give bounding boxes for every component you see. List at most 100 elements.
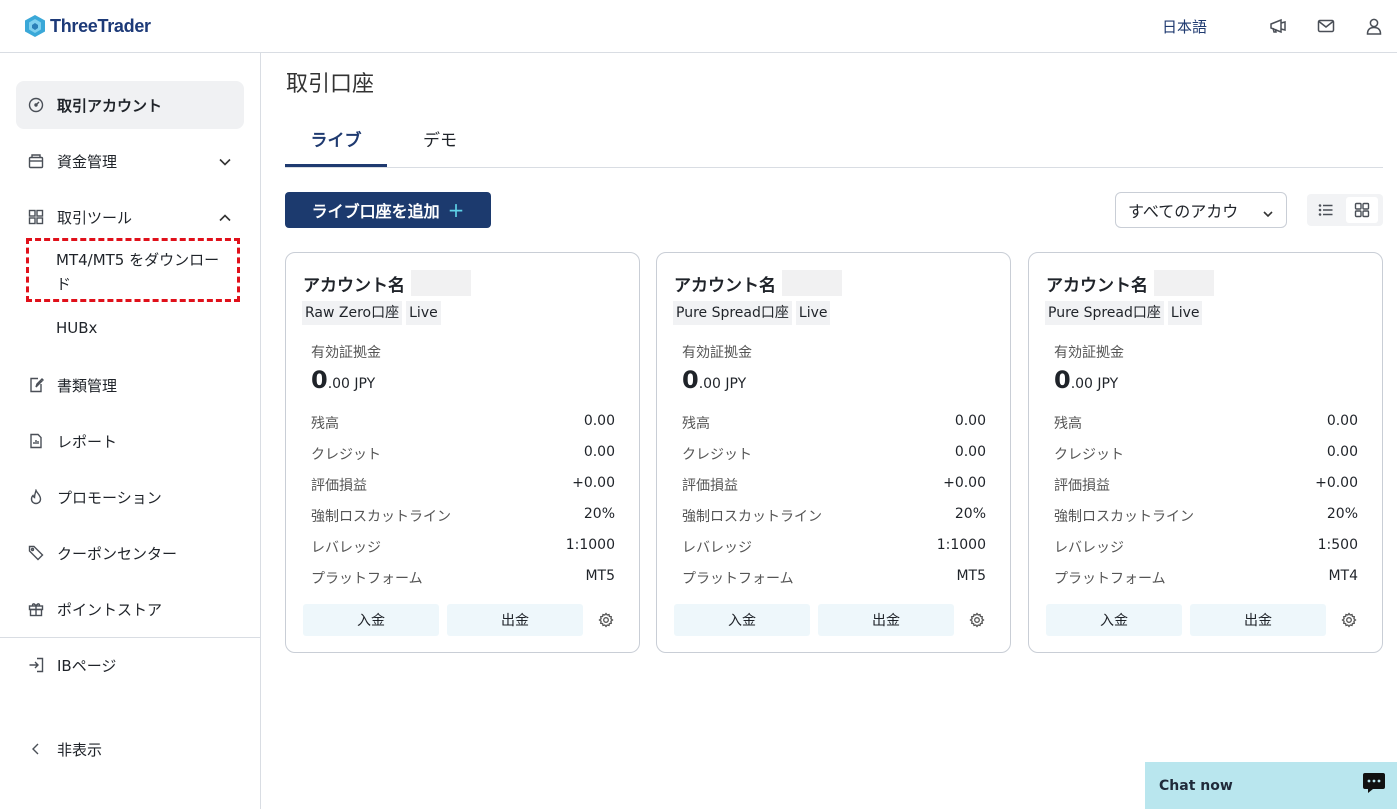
sidebar-item-label: ポイントストア: [57, 600, 163, 619]
account-filter-select[interactable]: すべてのアカウ: [1115, 192, 1287, 228]
grid-view-icon[interactable]: [1346, 197, 1378, 223]
sidebar-item-point-store[interactable]: ポイントストア: [16, 585, 244, 633]
equity-value: 0.00 JPY: [1054, 366, 1119, 394]
document-edit-icon: [28, 377, 44, 393]
account-name-label: アカウント名: [1046, 276, 1148, 296]
tab-live[interactable]: ライブ: [285, 126, 387, 151]
chat-now-widget[interactable]: Chat now: [1145, 762, 1397, 809]
active-tab-indicator: [285, 164, 387, 167]
sidebar-subitem-mt-download[interactable]: MT4/MT5 をダウンロード: [56, 248, 226, 296]
list-view-icon[interactable]: [1310, 197, 1342, 223]
logo-icon: [25, 15, 45, 37]
account-tabs: ライブ デモ: [285, 112, 1383, 168]
redacted-account-name: [782, 270, 842, 296]
account-filter-value: すべてのアカウ: [1128, 202, 1239, 221]
account-type-badge: Raw Zero口座: [302, 301, 403, 325]
equity-value: 0.00 JPY: [682, 366, 747, 394]
sidebar-item-label: プロモーション: [57, 488, 162, 507]
sidebar-item-trading-tools[interactable]: 取引ツール: [16, 193, 244, 241]
sidebar-item-label: クーポンセンター: [57, 544, 178, 563]
brand-logo[interactable]: ThreeTrader: [24, 14, 151, 38]
floating-pl-row: 評価損益 +0.00: [311, 475, 615, 494]
wallet-icon: [28, 153, 44, 169]
redacted-account-name: [411, 270, 471, 296]
withdraw-button[interactable]: 出金: [818, 604, 954, 636]
gauge-icon: [28, 97, 44, 113]
sidebar-item-reports[interactable]: レポート: [16, 417, 244, 465]
megaphone-icon[interactable]: [1269, 17, 1287, 35]
add-live-account-button[interactable]: ライブ口座を追加 +: [285, 192, 491, 228]
account-name-label: アカウント名: [303, 276, 405, 296]
ticket-icon: [28, 545, 44, 561]
account-type-badge: Pure Spread口座: [1045, 301, 1164, 325]
sidebar-item-funds[interactable]: 資金管理: [16, 137, 244, 185]
report-icon: [28, 433, 44, 449]
chevron-down-icon[interactable]: [218, 154, 232, 168]
chevron-up-icon[interactable]: [218, 210, 232, 224]
chevron-left-icon: [28, 741, 44, 757]
leverage-row: レバレッジ 1:500: [1054, 537, 1358, 556]
credit-row: クレジット 0.00: [682, 444, 986, 463]
user-icon[interactable]: [1365, 17, 1383, 35]
sidebar-item-ib-page[interactable]: IBページ: [16, 641, 244, 689]
sidebar-collapse-button[interactable]: 非表示: [16, 725, 244, 773]
language-selector[interactable]: 日本語: [1162, 16, 1207, 37]
floating-pl-row: 評価損益 +0.00: [1054, 475, 1358, 494]
stop-out-row: 強制ロスカットライン 20%: [311, 506, 615, 525]
deposit-button[interactable]: 入金: [303, 604, 439, 636]
top-bar: ThreeTrader 日本語: [0, 0, 1397, 53]
flame-icon: [28, 489, 44, 505]
sidebar-item-trading-accounts[interactable]: 取引アカウント: [16, 81, 244, 129]
balance-row: 残高 0.00: [311, 413, 615, 432]
redacted-account-name: [1154, 270, 1214, 296]
add-live-account-label: ライブ口座を追加: [311, 202, 440, 221]
sidebar-item-label: 書類管理: [57, 376, 118, 395]
account-status-badge: Live: [795, 301, 831, 325]
sidebar-item-promotions[interactable]: プロモーション: [16, 473, 244, 521]
sidebar-item-label: 非表示: [57, 740, 103, 759]
chat-bubble-icon: [1363, 773, 1385, 793]
equity-label: 有効証拠金: [1054, 345, 1124, 361]
platform-row: プラットフォーム MT5: [311, 568, 615, 587]
deposit-button[interactable]: 入金: [674, 604, 810, 636]
sidebar-item-label: 取引アカウント: [57, 96, 163, 115]
sidebar-item-documents[interactable]: 書類管理: [16, 361, 244, 409]
credit-row: クレジット 0.00: [1054, 444, 1358, 463]
tab-demo[interactable]: デモ: [423, 126, 457, 151]
account-card: アカウント名 Pure Spread口座 Live 有効証拠金 0.00 JPY…: [656, 252, 1011, 653]
sidebar-divider: [0, 637, 260, 638]
grid-icon: [28, 209, 44, 225]
balance-row: 残高 0.00: [1054, 413, 1358, 432]
account-card: アカウント名 Raw Zero口座 Live 有効証拠金 0.00 JPY 残高…: [285, 252, 640, 653]
account-type-badge: Pure Spread口座: [673, 301, 792, 325]
sidebar-item-label: 取引ツール: [57, 208, 133, 227]
leverage-row: レバレッジ 1:1000: [311, 537, 615, 556]
account-card: アカウント名 Pure Spread口座 Live 有効証拠金 0.00 JPY…: [1028, 252, 1383, 653]
stop-out-row: 強制ロスカットライン 20%: [682, 506, 986, 525]
view-toggle: [1307, 194, 1383, 226]
gear-icon[interactable]: [969, 612, 985, 628]
sidebar-subitem-hubx[interactable]: HUBx: [56, 316, 97, 340]
sidebar-item-label: IBページ: [57, 656, 117, 675]
equity-label: 有効証拠金: [682, 345, 752, 361]
withdraw-button[interactable]: 出金: [447, 604, 583, 636]
gift-icon: [28, 601, 44, 617]
account-name-label: アカウント名: [674, 276, 776, 296]
platform-row: プラットフォーム MT5: [682, 568, 986, 587]
sidebar: 取引アカウント 資金管理 取引ツール MT4/MT5 をダウンロード HUBx …: [0, 53, 261, 809]
sidebar-item-label: レポート: [57, 432, 118, 451]
gear-icon[interactable]: [598, 612, 614, 628]
stop-out-row: 強制ロスカットライン 20%: [1054, 506, 1358, 525]
account-status-badge: Live: [406, 301, 441, 325]
deposit-button[interactable]: 入金: [1046, 604, 1182, 636]
sidebar-item-label: 資金管理: [57, 152, 118, 171]
mail-icon[interactable]: [1317, 17, 1335, 35]
brand-name: ThreeTrader: [50, 15, 151, 36]
sidebar-item-coupon-center[interactable]: クーポンセンター: [16, 529, 244, 577]
gear-icon[interactable]: [1341, 612, 1357, 628]
floating-pl-row: 評価損益 +0.00: [682, 475, 986, 494]
withdraw-button[interactable]: 出金: [1190, 604, 1326, 636]
login-icon: [28, 657, 44, 673]
page-title: 取引口座: [286, 72, 375, 97]
equity-value: 0.00 JPY: [311, 366, 376, 394]
